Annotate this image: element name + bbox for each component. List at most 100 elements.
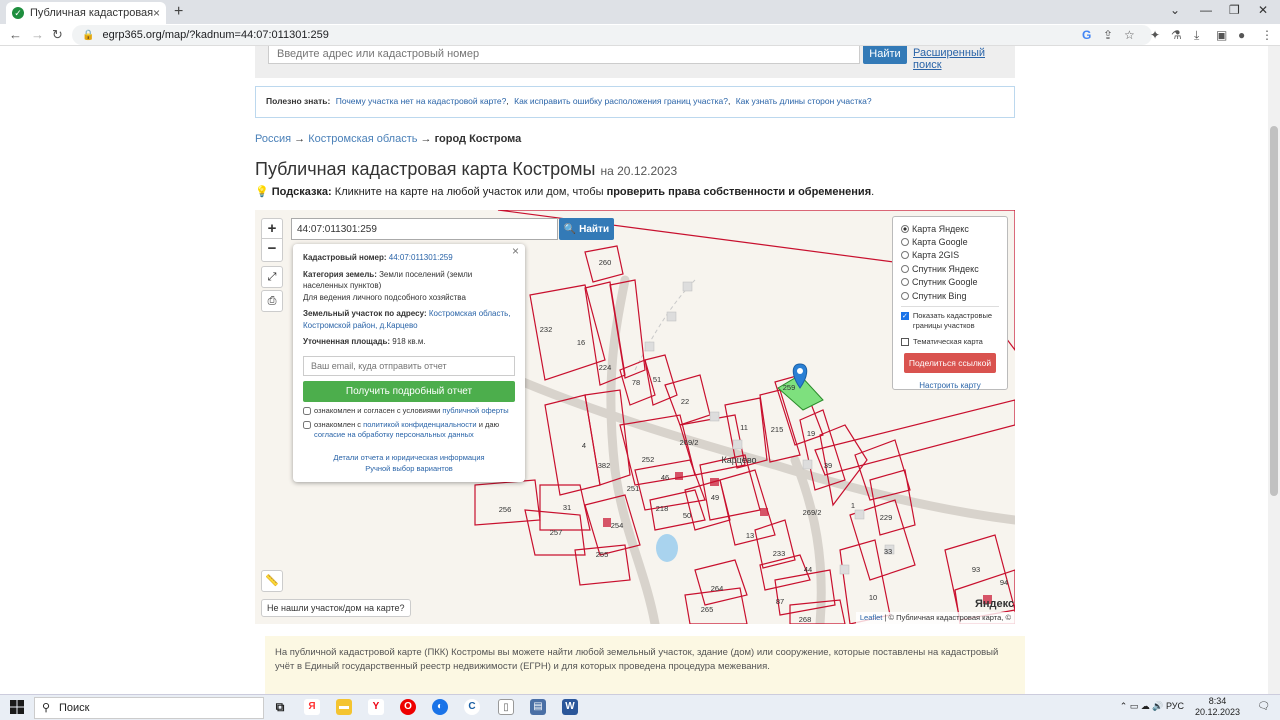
tab-close-icon[interactable]: ×	[153, 6, 160, 20]
clock[interactable]: 8:34 20.12.2023	[1195, 696, 1240, 718]
cadnum-link[interactable]: 44:07:011301:259	[389, 253, 453, 262]
breadcrumb-kostroma-region[interactable]: Костромская область	[308, 133, 417, 145]
setup-map-link[interactable]: Настроить карту	[901, 381, 999, 390]
parcel-label: 256	[499, 505, 512, 514]
layer-google-satellite[interactable]: Спутник Google	[901, 276, 999, 289]
parcel-label: 382	[598, 461, 611, 470]
download-icon[interactable]: ⤓	[1194, 28, 1199, 43]
windows-start-icon[interactable]	[10, 700, 24, 714]
zoom-control: + −	[261, 218, 283, 262]
tab-title: Публичная кадастровая карта Ко	[30, 7, 153, 19]
tip-link-fix-borders[interactable]: Как исправить ошибку расположения границ…	[514, 96, 728, 106]
advanced-search-link[interactable]: Расширенный поиск	[913, 47, 1015, 71]
leaflet-link[interactable]: Leaflet	[860, 613, 883, 622]
get-report-button[interactable]: Получить подробный отчет	[303, 380, 515, 402]
task-view-icon[interactable]: ⧉	[272, 699, 288, 715]
minimize-icon[interactable]: —	[1200, 3, 1212, 17]
cadastral-map[interactable]: 260 232 16 224 78 51 22 11 215 19 39 4 3…	[255, 210, 1015, 624]
document-icon[interactable]: ▯	[498, 699, 514, 715]
window-close-icon[interactable]: ✕	[1258, 3, 1268, 17]
parcel-label: 51	[653, 375, 661, 384]
bookmark-star-icon[interactable]: ☆	[1124, 28, 1135, 42]
parcel-label: 233	[773, 549, 786, 558]
parcel-label: 257	[550, 528, 563, 537]
yandex-browser-icon[interactable]: Я	[304, 699, 320, 715]
app-c-icon[interactable]: C	[464, 699, 480, 715]
scrollbar[interactable]	[1268, 46, 1280, 694]
reload-icon[interactable]: ↻	[52, 27, 63, 43]
land-use: Для ведения личного подсобного хозяйства	[303, 292, 466, 302]
address-search-input[interactable]	[268, 46, 860, 64]
popup-close-icon[interactable]: ×	[512, 245, 519, 258]
zoom-out-button[interactable]: −	[262, 239, 282, 259]
google-translate-icon[interactable]: G	[1082, 28, 1091, 42]
browser-icon[interactable]: ◐	[432, 699, 448, 715]
address-bar[interactable]: 🔒 egrp365.org/map/?kadnum=44:07:011301:2…	[72, 25, 1152, 45]
layer-yandex-satellite[interactable]: Спутник Яндекс	[901, 262, 999, 275]
parcel-label: 259	[783, 383, 796, 392]
village-label: Карцево	[722, 455, 757, 465]
site-favicon-icon: ✓	[12, 7, 24, 19]
page-date: на 20.12.2023	[600, 164, 678, 178]
menu-icon[interactable]: ⋮	[1261, 28, 1273, 42]
yandex-icon[interactable]: Y	[368, 699, 384, 715]
side-panel-icon[interactable]: ▣	[1216, 28, 1227, 42]
report-details-link[interactable]: Детали отчета и юридическая информация	[333, 453, 484, 462]
show-borders-checkbox[interactable]: ✓ Показать кадастровые границы участков	[901, 311, 999, 331]
fullscreen-icon[interactable]: ⤢	[261, 266, 283, 288]
forward-icon[interactable]: →	[31, 27, 44, 42]
report-email-input[interactable]	[303, 355, 515, 376]
breadcrumb-russia[interactable]: Россия	[255, 133, 291, 145]
system-tray[interactable]: ⌃ ▭ ☁ 🔊 РУС	[1120, 701, 1184, 712]
data-consent-link[interactable]: согласие на обработку персональных данны…	[314, 430, 474, 439]
layer-google-map[interactable]: Карта Google	[901, 235, 999, 248]
browser-tab[interactable]: ✓ Публичная кадастровая карта Ко ×	[6, 2, 166, 24]
parcel-label: 93	[972, 565, 980, 574]
page-title: Публичная кадастровая карта Костромы на …	[255, 159, 678, 179]
ruler-icon[interactable]: 📏	[261, 570, 283, 592]
parcel-label: 269/2	[680, 438, 699, 447]
map-find-button[interactable]: 🔍 Найти	[559, 218, 614, 240]
privacy-policy-link[interactable]: политикой конфиденциальности	[363, 420, 476, 429]
tip-link-missing-parcel[interactable]: Почему участка нет на кадастровой карте?	[336, 96, 507, 106]
privacy-agree-checkbox[interactable]	[303, 420, 311, 429]
file-explorer-icon[interactable]: ▬	[336, 699, 352, 715]
share-icon[interactable]: ⇪	[1103, 28, 1113, 42]
language-indicator[interactable]: РУС	[1166, 701, 1184, 711]
zoom-in-button[interactable]: +	[262, 219, 282, 239]
notifications-icon[interactable]: 🗨	[1257, 701, 1270, 712]
labs-icon[interactable]: ⚗	[1171, 28, 1182, 42]
map-cadnum-input[interactable]	[291, 218, 558, 240]
word-icon[interactable]: W	[562, 699, 578, 715]
search-button[interactable]: Найти	[863, 46, 907, 64]
maximize-icon[interactable]: ❐	[1229, 3, 1240, 17]
thematic-map-checkbox[interactable]: Тематическая карта	[901, 337, 999, 347]
yandex-logo: Яндекс	[975, 598, 1015, 610]
parcel-label: 229	[880, 513, 893, 522]
new-tab-button[interactable]: +	[174, 3, 183, 21]
layer-bing-satellite[interactable]: Спутник Bing	[901, 289, 999, 302]
taskbar-search[interactable]: ⚲ Поиск	[34, 697, 264, 719]
parcel-label: 31	[563, 503, 571, 512]
installer-icon[interactable]: ▤	[530, 699, 546, 715]
layer-yandex-map[interactable]: Карта Яндекс	[901, 222, 999, 235]
print-icon[interactable]: ⎙	[261, 290, 283, 312]
profile-icon[interactable]: ●	[1238, 28, 1245, 42]
not-found-button[interactable]: Не нашли участок/дом на карте?	[261, 599, 411, 617]
opera-icon[interactable]: O	[400, 699, 416, 715]
offer-agree-checkbox[interactable]	[303, 406, 311, 415]
share-link-button[interactable]: Поделиться ссылкой	[904, 353, 996, 374]
parcel-label: 19	[807, 429, 815, 438]
tab-search-chevron-icon[interactable]: ⌄	[1170, 3, 1180, 17]
parcel-label: 265	[701, 605, 714, 614]
parcel-label: 255	[596, 550, 609, 559]
parcel-label: 11	[740, 423, 748, 432]
layer-2gis-map[interactable]: Карта 2GIS	[901, 249, 999, 262]
extensions-icon[interactable]: ✦	[1150, 28, 1160, 42]
public-offer-link[interactable]: публичной оферты	[442, 406, 508, 415]
back-icon[interactable]: ←	[9, 27, 22, 42]
scrollbar-thumb[interactable]	[1270, 126, 1278, 496]
manual-select-link[interactable]: Ручной выбор вариантов	[365, 464, 453, 473]
tip-link-side-lengths[interactable]: Как узнать длины сторон участка?	[736, 96, 872, 106]
radio-selected-icon	[901, 224, 909, 233]
